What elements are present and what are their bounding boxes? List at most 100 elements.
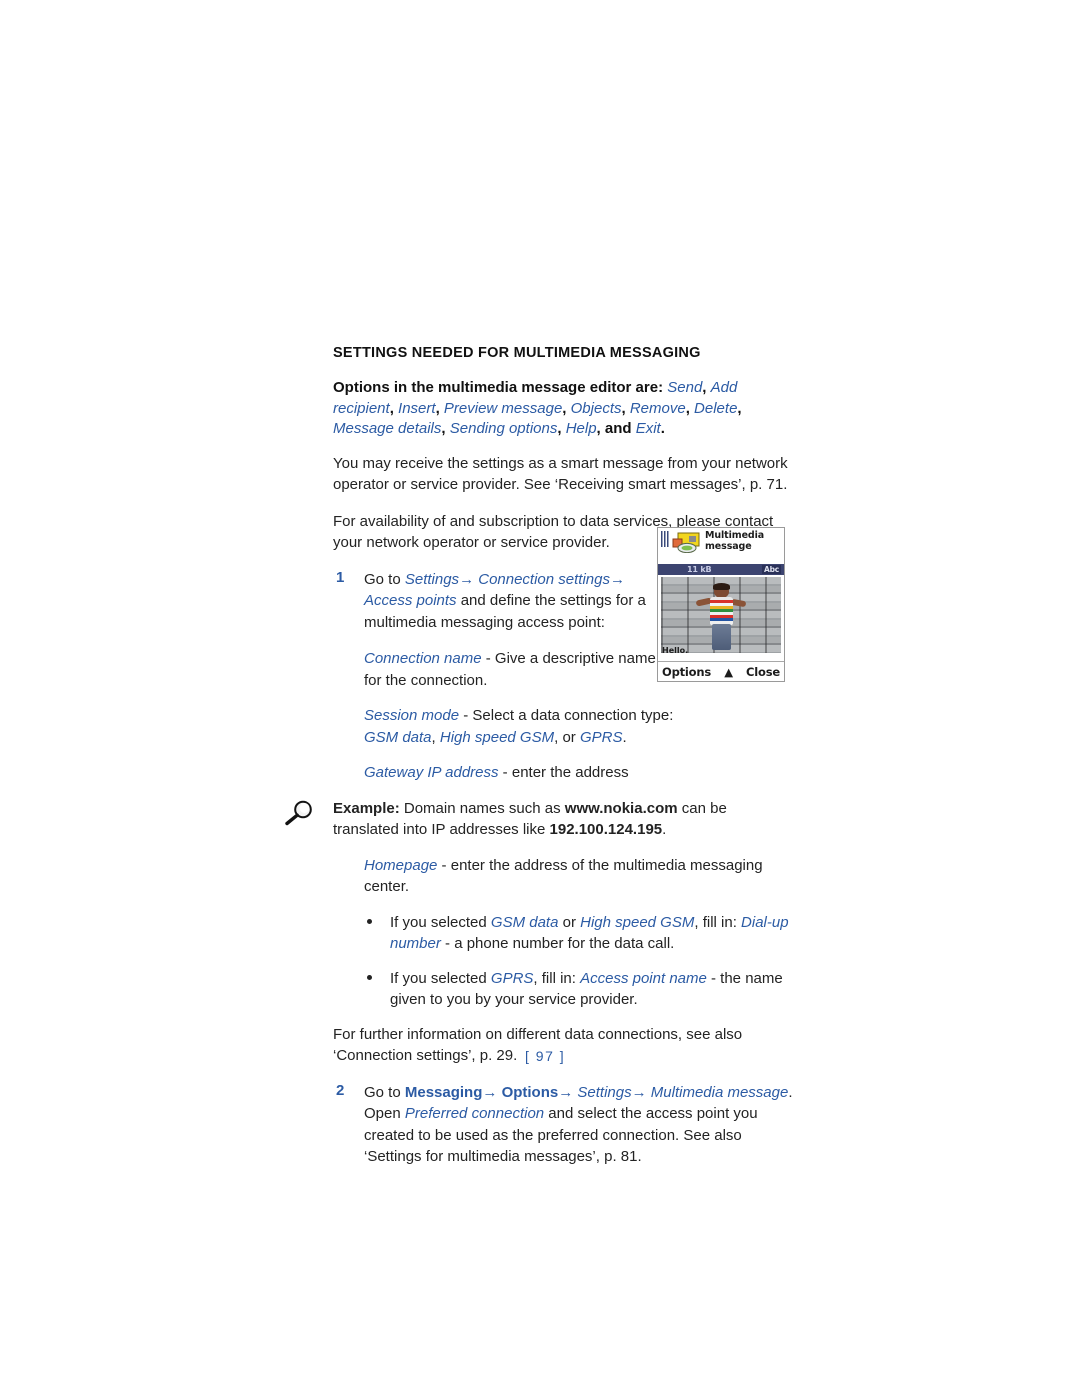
b2-term-gprs: GPRS	[490, 969, 534, 987]
phone-title-line-1: Multimedia	[705, 530, 765, 541]
b1-t1: If you selected	[390, 913, 491, 931]
path-messaging: Messaging	[404, 1083, 483, 1101]
term-homepage: Homepage	[364, 856, 438, 874]
desc-session-mode: Select a data connection type:	[472, 707, 674, 725]
option-remove: Remove	[629, 399, 686, 417]
term-gateway-ip-address: Gateway IP address	[364, 764, 499, 782]
arrow-icon: →	[631, 1083, 647, 1101]
value-sep: , or	[554, 728, 580, 746]
page-number: [ 97 ]	[525, 1048, 566, 1064]
step-2: 2 Go to Messaging→ Options→ Settings→ Mu…	[333, 1082, 793, 1168]
desc-gateway-ip: enter the address	[511, 764, 629, 782]
value-gsm-data: GSM data	[364, 728, 432, 746]
person-hair	[713, 583, 730, 590]
smart-message-paragraph: You may receive the settings as a smart …	[333, 454, 788, 494]
setting-gateway-ip: Gateway IP address - enter the address	[364, 762, 674, 784]
photo-person	[695, 583, 747, 650]
arrow-icon: →	[459, 570, 475, 588]
document-page: SETTINGS NEEDED FOR MULTIMEDIA MESSAGING…	[0, 0, 1080, 1397]
phone-status-bar: 11 kB Abc	[658, 564, 784, 575]
option-delete: Delete	[694, 399, 738, 417]
scroll-up-icon: ▲	[724, 664, 733, 679]
dash: -	[498, 764, 512, 782]
dash: -	[459, 707, 473, 725]
b2-term-access-point-name: Access point name	[580, 969, 707, 987]
bullet-gsm-text: If you selected GSM data or High speed G…	[390, 914, 789, 953]
multimedia-message-icon	[672, 532, 700, 553]
option-message-details: Message details	[333, 420, 442, 438]
path-settings: Settings	[404, 570, 460, 588]
softkey-close[interactable]: Close	[746, 665, 780, 679]
dash: -	[437, 856, 451, 874]
arrow-icon: →	[482, 1083, 498, 1101]
setting-connection-name: Connection name - Give a descriptive nam…	[364, 648, 674, 691]
term-session-mode: Session mode	[364, 707, 460, 725]
path-multimedia-message: Multimedia message	[650, 1083, 789, 1101]
term-connection-name: Connection name	[364, 650, 482, 668]
message-size-label: 11 kB	[687, 565, 712, 574]
example-label: Example:	[333, 799, 400, 817]
step-2-prefix: Go to	[364, 1083, 405, 1101]
path-options: Options	[501, 1083, 559, 1101]
b2-t1: If you selected	[390, 969, 491, 987]
option-insert: Insert	[398, 399, 436, 417]
option-help: Help	[565, 420, 597, 438]
bullet-gprs: If you selected GPRS, fill in: Access po…	[359, 968, 793, 1011]
editor-options-paragraph: Options in the multimedia message editor…	[333, 379, 742, 438]
signal-bars-icon	[661, 531, 670, 547]
example-ip: 192.100.124.195	[549, 821, 663, 839]
value-sep: ,	[431, 728, 440, 746]
step-2-number: 2	[336, 1081, 345, 1099]
option-sending-options: Sending options	[449, 420, 558, 438]
dash: -	[481, 650, 495, 668]
option-objects: Objects	[570, 399, 622, 417]
example-domain: www.nokia.com	[564, 799, 678, 817]
path-access-points: Access points	[364, 592, 457, 610]
step-2-text: Go to Messaging→ Options→ Settings→ Mult…	[364, 1084, 793, 1166]
arrow-icon: →	[558, 1083, 574, 1101]
value-high-speed-gsm: High speed GSM	[439, 728, 555, 746]
magnifier-icon	[285, 800, 312, 826]
phone-title-text: Multimedia message	[705, 530, 784, 552]
value-gprs: GPRS	[579, 728, 623, 746]
bullet-gsm: If you selected GSM data or High speed G…	[359, 912, 793, 955]
b2-t2: , fill in:	[533, 969, 581, 987]
option-send: Send	[667, 379, 703, 397]
options-end: .	[660, 420, 665, 438]
phone-softkey-bar: Options ▲ Close	[658, 661, 784, 681]
b1-t2: or	[558, 913, 581, 931]
phone-screenshot-figure: Multimedia message 11 kB Abc Hello. Opti…	[657, 527, 785, 682]
example-text-3: .	[662, 821, 667, 839]
path-settings-2: Settings	[577, 1083, 632, 1101]
options-and: , and	[596, 420, 636, 438]
softkey-options[interactable]: Options	[662, 665, 711, 679]
b1-t4: - a phone number for the data call.	[440, 935, 675, 953]
example-text: Example: Domain names such as www.nokia.…	[333, 798, 793, 841]
setting-homepage: Homepage - enter the address of the mult…	[364, 855, 793, 898]
bullet-dot-icon	[367, 918, 372, 924]
phone-title-line-2: message	[705, 541, 752, 552]
step-1-prefix: Go to	[364, 570, 405, 588]
desc-end: .	[622, 728, 627, 746]
phone-title-bar: Multimedia message	[658, 528, 784, 564]
input-mode-indicator: Abc	[761, 565, 781, 574]
b1-t3: , fill in:	[694, 913, 742, 931]
message-body-text: Hello.	[662, 646, 689, 655]
b1-term-gsm-data: GSM data	[490, 913, 559, 931]
bullet-dot-icon	[367, 974, 372, 980]
step-1-text: Go to Settings→ Connection settings→ Acc…	[364, 571, 646, 631]
person-pants	[712, 624, 731, 650]
step-1: 1 Go to Settings→ Connection settings→ A…	[333, 569, 674, 634]
person-striped-shirt	[710, 597, 733, 625]
term-preferred-connection: Preferred connection	[404, 1105, 545, 1123]
option-preview-message: Preview message	[443, 399, 563, 417]
message-photo-attachment	[661, 577, 781, 653]
page-title: SETTINGS NEEDED FOR MULTIMEDIA MESSAGING	[333, 345, 701, 361]
path-connection-settings: Connection settings	[478, 570, 610, 588]
example-text-1: Domain names such as	[399, 799, 565, 817]
option-exit: Exit	[635, 420, 661, 438]
editor-options-prefix: Options in the multimedia message editor…	[333, 379, 664, 397]
step-1-number: 1	[336, 568, 345, 586]
arrow-icon: →	[609, 570, 625, 588]
bullet-gprs-text: If you selected GPRS, fill in: Access po…	[390, 970, 783, 1009]
